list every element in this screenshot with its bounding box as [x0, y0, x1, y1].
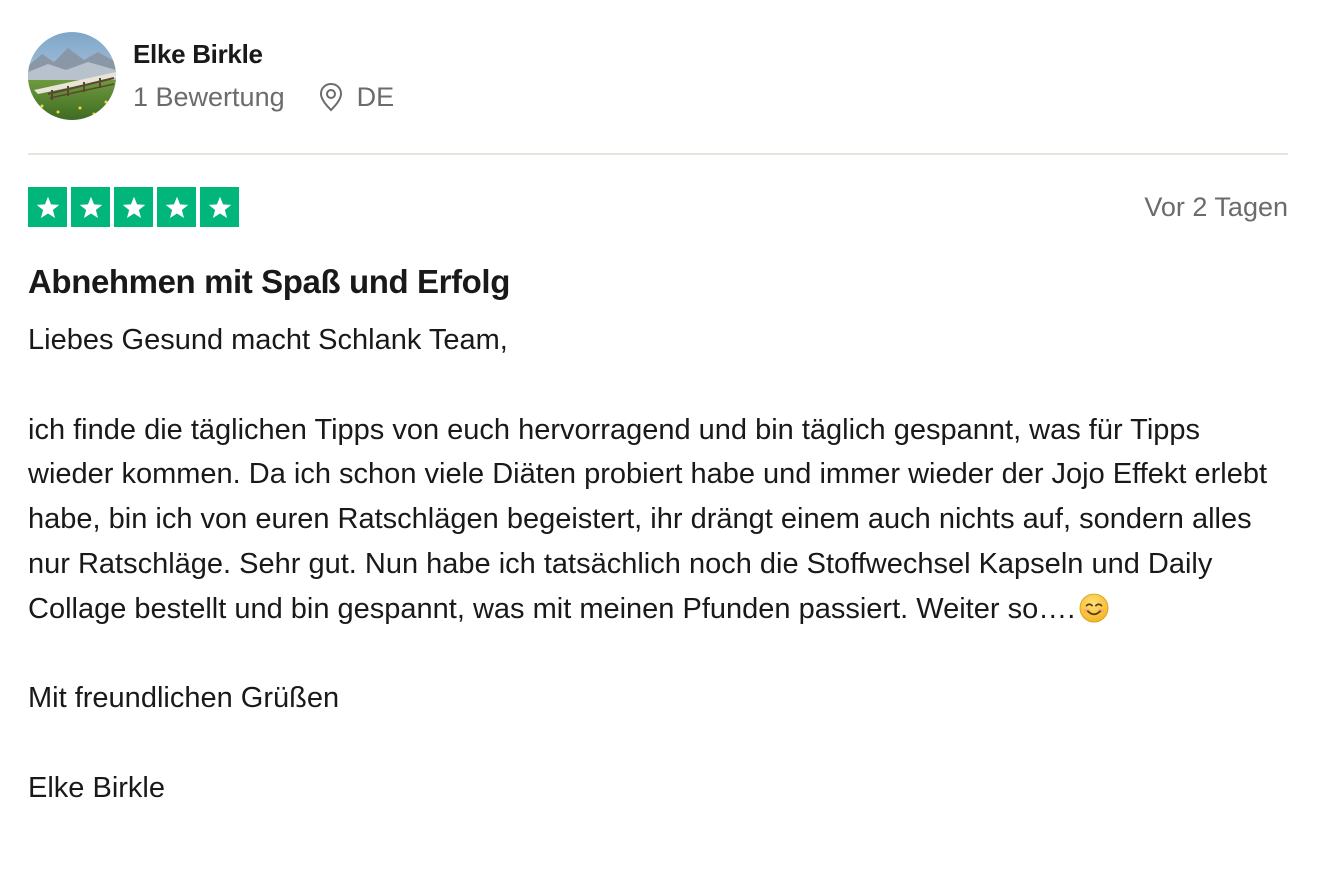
star-icon — [36, 196, 59, 219]
star-4 — [157, 187, 196, 227]
avatar[interactable] — [28, 32, 116, 120]
consumer-name-link[interactable]: Elke Birkle — [133, 38, 263, 70]
review-body: Liebes Gesund macht Schlank Team, ich fi… — [28, 318, 1288, 811]
review-closing: Mit freundlichen Grüßen — [28, 682, 340, 715]
star-1 — [28, 187, 67, 227]
smiling-face-emoji — [1079, 593, 1109, 623]
review-greeting: Liebes Gesund macht Schlank Team, — [28, 324, 508, 356]
landscape-photo-avatar — [28, 32, 116, 120]
map-pin-icon — [319, 82, 342, 112]
divider — [28, 153, 1288, 155]
review-signature: Elke Birkle — [28, 771, 165, 804]
review-count: 1 Bewertung — [133, 82, 285, 112]
star-icon — [122, 196, 145, 219]
consumer-meta: 1 Bewertung DE — [133, 81, 394, 113]
review-text: ich finde die täglichen Tipps von euch h… — [28, 408, 1288, 632]
location: DE — [318, 81, 395, 113]
star-icon — [79, 196, 102, 219]
review-title[interactable]: Abnehmen mit Spaß und Erfolg — [28, 260, 510, 304]
consumer-info: Elke Birkle 1 Bewertung DE — [28, 32, 1288, 122]
location-country: DE — [356, 82, 395, 112]
review-date: Vor 2 Tagen — [1144, 192, 1288, 222]
star-2 — [71, 187, 110, 227]
review-card: Elke Birkle 1 Bewertung DE Vor 2 Tagen A… — [28, 32, 1288, 804]
star-icon — [208, 196, 231, 219]
star-5 — [200, 187, 239, 227]
rating-row: Vor 2 Tagen — [28, 187, 1288, 229]
star-rating — [28, 187, 1288, 227]
star-3 — [114, 187, 153, 227]
star-icon — [165, 196, 188, 219]
